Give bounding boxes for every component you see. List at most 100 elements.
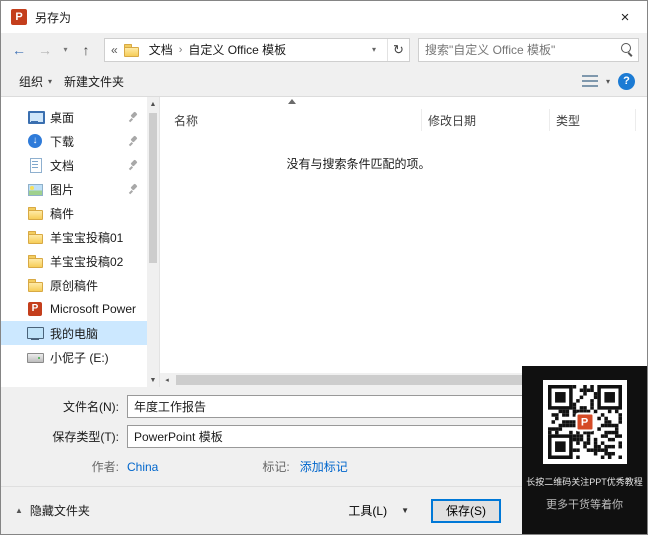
sort-ascending-icon	[288, 99, 296, 104]
pin-icon	[128, 111, 139, 123]
sidebar-item-icon	[27, 325, 44, 341]
sidebar-item-label: 稿件	[50, 206, 75, 221]
sidebar-item-icon	[27, 181, 43, 197]
sidebar-item[interactable]: 下载	[1, 129, 147, 153]
sidebar-item[interactable]: 稿件	[1, 201, 147, 225]
sidebar-item-icon	[27, 301, 43, 317]
qr-code: P	[542, 380, 627, 464]
column-header-label: 名称	[174, 113, 199, 128]
up-button[interactable]: ↑	[74, 38, 98, 62]
search-icon[interactable]	[616, 39, 638, 61]
close-button[interactable]: ×	[603, 1, 647, 33]
chevron-down-icon: ▼	[401, 506, 409, 515]
sidebar-item-icon	[27, 229, 43, 245]
empty-folder-message: 没有与搜索条件匹配的项。	[286, 157, 431, 171]
chevron-down-icon: ▾	[63, 45, 68, 54]
sidebar-item-icon	[27, 109, 45, 125]
sidebar-item[interactable]: 原创稿件	[1, 273, 147, 297]
scrollbar-thumb[interactable]	[149, 113, 157, 263]
save-button[interactable]: 保存(S)	[431, 498, 501, 523]
back-icon: ←	[12, 41, 26, 58]
address-dropdown-icon[interactable]: ▾	[365, 45, 383, 54]
sidebar-item-label: 桌面	[50, 110, 75, 125]
sidebar-item-label: 原创稿件	[50, 278, 99, 293]
close-icon: ×	[620, 8, 630, 26]
breadcrumb-separator-icon: ›	[178, 43, 183, 56]
window-title: 另存为	[35, 10, 72, 25]
new-folder-label: 新建文件夹	[64, 74, 125, 89]
author-label: 作者:	[91, 460, 119, 474]
breadcrumb-overflow-icon[interactable]: «	[111, 43, 118, 57]
organize-label: 组织	[19, 74, 44, 89]
scroll-down-icon[interactable]: ▼	[147, 373, 159, 387]
navigation-pane: 桌面 下载 文档	[1, 97, 159, 387]
change-view-icon[interactable]	[581, 75, 598, 87]
sidebar-item[interactable]: 文档	[1, 153, 147, 177]
back-button[interactable]: ←	[7, 38, 31, 62]
sidebar-items: 桌面 下载 文档	[1, 105, 147, 369]
breadcrumb-item-documents[interactable]: 文档	[145, 41, 177, 58]
chevron-down-icon: ▾	[48, 76, 53, 86]
current-folder-icon	[123, 42, 139, 58]
recent-locations-button[interactable]: ▾	[59, 38, 72, 62]
sidebar-item[interactable]: 桌面	[1, 105, 147, 129]
scroll-left-icon[interactable]: ◂	[160, 376, 174, 384]
qr-caption-line2: 更多干货等着你	[546, 499, 623, 511]
sidebar-item[interactable]: 羊宝宝投稿01	[1, 225, 147, 249]
pin-icon	[128, 183, 139, 195]
filename-label: 文件名(N):	[63, 400, 119, 414]
refresh-button[interactable]: ↻	[387, 38, 409, 61]
views-dropdown-icon[interactable]: ▾	[606, 77, 610, 86]
sidebar-item-label: 羊宝宝投稿01	[50, 230, 124, 245]
tags-label: 标记:	[262, 460, 290, 474]
sidebar-item-icon	[27, 133, 43, 149]
sidebar-item[interactable]: 羊宝宝投稿02	[1, 249, 147, 273]
column-header[interactable]: 修改日期	[422, 109, 550, 131]
save-as-dialog: P 另存为 × ← → ▾ ↑ « 文档 › 自定义 Office 模板 ▾ ↻	[0, 0, 648, 535]
titlebar: P 另存为 ×	[1, 1, 647, 33]
tools-button[interactable]: 工具(L) ▼	[340, 498, 417, 523]
qr-caption-line1: 长按二维码关注PPT优秀教程	[526, 477, 643, 487]
new-folder-button[interactable]: 新建文件夹	[58, 69, 130, 94]
column-header-label: 类型	[556, 113, 581, 128]
help-icon[interactable]: ?	[618, 72, 635, 90]
filetype-label: 保存类型(T):	[52, 430, 119, 444]
pin-icon	[128, 135, 139, 147]
scroll-up-icon[interactable]: ▲	[147, 97, 159, 111]
column-header[interactable]: 名称	[160, 109, 422, 131]
powerpoint-brand-icon: P	[575, 412, 594, 432]
sidebar-item-label: 我的电脑	[50, 326, 99, 341]
sidebar-item[interactable]: 图片	[1, 177, 147, 201]
refresh-icon: ↻	[393, 41, 404, 57]
pin-icon	[128, 159, 139, 171]
column-header[interactable]: 类型	[550, 109, 636, 131]
sidebar-item-label: 图片	[50, 182, 75, 197]
powerpoint-app-icon: P	[11, 9, 27, 25]
chevron-up-icon: ▲	[15, 506, 23, 515]
hide-folders-button[interactable]: ▲ 隐藏文件夹	[15, 502, 90, 519]
hide-folders-label: 隐藏文件夹	[29, 504, 90, 518]
forward-button[interactable]: →	[33, 38, 57, 62]
sidebar-item-icon	[27, 157, 43, 173]
column-headers: 名称 修改日期 类型	[160, 109, 647, 131]
column-header-label: 修改日期	[428, 113, 477, 128]
sidebar-item[interactable]: 我的电脑	[1, 321, 147, 345]
sidebar-item[interactable]: Microsoft Power	[1, 297, 147, 321]
organize-button[interactable]: 组织 ▾	[13, 69, 58, 94]
sidebar-scrollbar[interactable]: ▲ ▼	[147, 97, 159, 387]
search-input[interactable]	[419, 42, 616, 57]
breadcrumb-item-custom-office-templates[interactable]: 自定义 Office 模板	[184, 41, 290, 58]
navigation-bar: ← → ▾ ↑ « 文档 › 自定义 Office 模板 ▾ ↻	[1, 33, 647, 66]
address-bar: « 文档 › 自定义 Office 模板 ▾ ↻	[104, 37, 410, 62]
content-area: 桌面 下载 文档	[1, 96, 647, 387]
add-tag-link[interactable]: 添加标记	[300, 458, 348, 475]
sidebar-item-icon	[27, 205, 43, 221]
author-value[interactable]: China	[127, 460, 158, 474]
sidebar-item-label: Microsoft Power	[50, 302, 137, 316]
sidebar-item[interactable]: 小伲子 (E:)	[1, 345, 147, 369]
toolbar-right-group: ▾ ?	[581, 72, 635, 90]
forward-icon: →	[38, 41, 52, 58]
tools-label: 工具(L)	[348, 504, 388, 518]
sidebar-item-label: 小伲子 (E:)	[50, 350, 109, 365]
sidebar-item-label: 下载	[50, 134, 75, 149]
